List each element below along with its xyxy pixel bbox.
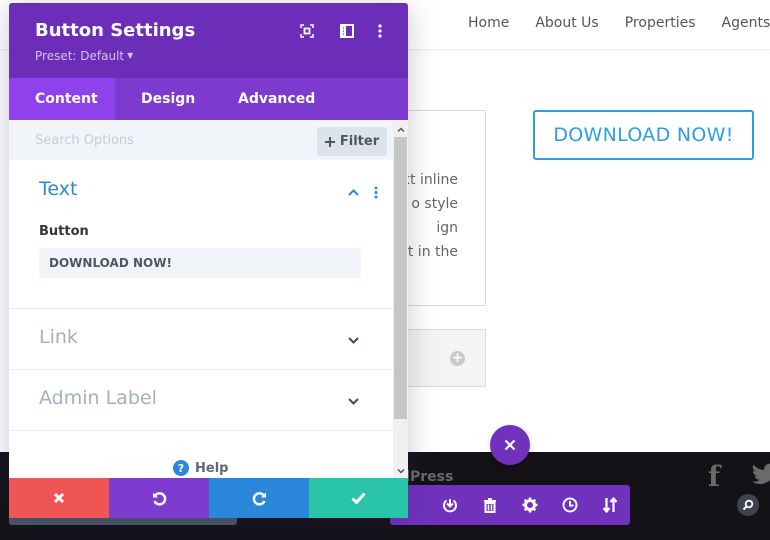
filter-label: Filter bbox=[339, 134, 380, 149]
nav-properties[interactable]: Properties bbox=[625, 15, 696, 31]
undo-icon bbox=[152, 491, 166, 506]
expand-link-button[interactable] bbox=[346, 333, 360, 347]
tab-design[interactable]: Design bbox=[115, 78, 212, 120]
sort-button[interactable] bbox=[590, 485, 630, 525]
close-icon bbox=[504, 439, 516, 451]
plus-icon bbox=[324, 136, 335, 147]
split-view-button[interactable] bbox=[339, 23, 355, 39]
history-icon bbox=[562, 497, 578, 513]
collapse-text-button[interactable] bbox=[346, 185, 360, 199]
options-scrollbar[interactable] bbox=[393, 120, 408, 478]
toggle-text-title[interactable]: Text bbox=[39, 178, 77, 200]
undo-button[interactable] bbox=[109, 478, 209, 518]
history-button[interactable] bbox=[550, 485, 590, 525]
help-icon: ? bbox=[173, 460, 189, 476]
toggle-text: Text Button bbox=[9, 160, 393, 309]
nav-about-us[interactable]: About Us bbox=[535, 15, 598, 31]
scroll-down-button[interactable] bbox=[393, 464, 408, 478]
toggle-link-title[interactable]: Link bbox=[39, 326, 78, 348]
settings-tabs: Content Design Advanced bbox=[9, 78, 408, 120]
more-options-button[interactable] bbox=[372, 23, 388, 39]
scroll-up-button[interactable] bbox=[393, 122, 408, 136]
preset-selector[interactable]: Preset: Default ▼ bbox=[35, 49, 133, 63]
search-options-bar: Filter bbox=[9, 120, 393, 160]
toggle-admin-label[interactable]: Admin Label bbox=[9, 370, 393, 431]
twitter-icon[interactable] bbox=[752, 462, 770, 490]
chevron-down-icon bbox=[347, 336, 359, 344]
site-search-button[interactable] bbox=[737, 494, 759, 516]
facebook-icon[interactable]: f bbox=[708, 460, 720, 493]
fullscreen-button[interactable] bbox=[299, 23, 315, 39]
button-text-input[interactable] bbox=[39, 248, 361, 278]
chevron-up-icon bbox=[347, 188, 359, 196]
options-scroll-area: Text Button Link Admin Label bbox=[9, 160, 393, 478]
main-nav: Home About Us Properties Agents bbox=[468, 15, 770, 31]
page-settings-button[interactable] bbox=[510, 485, 550, 525]
close-builder-button[interactable] bbox=[490, 425, 530, 465]
clear-layout-button[interactable] bbox=[470, 485, 510, 525]
tab-advanced[interactable]: Advanced bbox=[212, 78, 332, 120]
button-text-label: Button bbox=[39, 224, 89, 239]
portability-button[interactable] bbox=[430, 485, 470, 525]
more-options-icon bbox=[378, 24, 382, 38]
toggle-admin-label-title[interactable]: Admin Label bbox=[39, 387, 157, 409]
tab-content[interactable]: Content bbox=[9, 78, 115, 120]
filter-button[interactable]: Filter bbox=[317, 127, 387, 156]
discard-button[interactable] bbox=[9, 478, 109, 518]
redo-button[interactable] bbox=[209, 478, 309, 518]
chevron-down-icon bbox=[347, 397, 359, 405]
help-label: Help bbox=[195, 460, 229, 476]
fullscreen-icon bbox=[300, 24, 314, 38]
footer-credit: dPress bbox=[400, 469, 454, 485]
settings-icon bbox=[522, 497, 538, 513]
modal-header[interactable]: Button Settings Preset: Default ▼ bbox=[9, 3, 408, 78]
expand-admin-label-button[interactable] bbox=[346, 394, 360, 408]
nav-home[interactable]: Home bbox=[468, 15, 509, 31]
section-options-button[interactable] bbox=[369, 185, 383, 199]
modal-title: Button Settings bbox=[35, 20, 196, 41]
caret-down-icon: ▼ bbox=[127, 51, 134, 60]
help-link[interactable]: ? Help bbox=[173, 460, 228, 476]
preset-label: Preset: Default bbox=[35, 49, 125, 63]
page-settings-toolbar bbox=[390, 485, 630, 525]
download-now-button[interactable]: DOWNLOAD NOW! bbox=[533, 110, 754, 160]
modal-action-bar bbox=[9, 478, 408, 518]
add-module-icon[interactable]: + bbox=[450, 351, 465, 366]
chevron-up-icon bbox=[396, 126, 405, 132]
chevron-down-icon bbox=[396, 468, 405, 474]
split-view-icon bbox=[340, 24, 354, 38]
search-options-input[interactable] bbox=[35, 130, 295, 150]
redo-icon bbox=[252, 491, 266, 506]
sort-icon bbox=[602, 497, 618, 513]
nav-agents[interactable]: Agents bbox=[722, 15, 770, 31]
scrollbar-thumb[interactable] bbox=[394, 137, 407, 419]
more-options-icon bbox=[374, 186, 378, 198]
portability-icon bbox=[443, 499, 457, 513]
toggle-link[interactable]: Link bbox=[9, 309, 393, 370]
trash-icon bbox=[484, 498, 496, 513]
button-settings-modal: Button Settings Preset: Default ▼ Content… bbox=[9, 3, 408, 518]
close-icon bbox=[53, 492, 65, 504]
check-icon bbox=[351, 492, 366, 504]
save-button[interactable] bbox=[309, 478, 408, 518]
search-icon bbox=[742, 499, 754, 511]
builder-stage: Home About Us Properties Agents xt inlin… bbox=[0, 0, 770, 540]
